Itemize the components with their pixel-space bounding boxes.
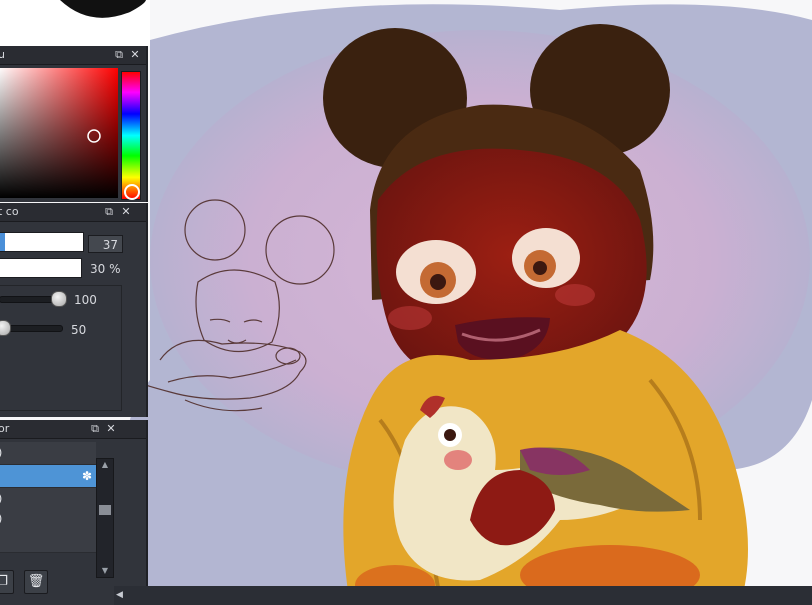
layer-row-active[interactable]: ✽ xyxy=(0,465,96,488)
color-panel-header: u ⧉ ✕ xyxy=(0,46,146,65)
scroll-up-icon[interactable]: ▲ xyxy=(97,459,113,471)
layer-row[interactable] xyxy=(0,530,96,553)
scroll-left-icon[interactable]: ◀ xyxy=(116,589,126,601)
popout-icon[interactable]: ⧉ xyxy=(112,48,126,62)
navigator-preview[interactable] xyxy=(0,0,150,46)
hue-slider[interactable] xyxy=(121,71,141,200)
brush-size-slider[interactable] xyxy=(0,232,84,252)
layer-row[interactable]: ) xyxy=(0,442,96,465)
layer-name: ) xyxy=(0,442,2,464)
brush-panel-title: t co xyxy=(0,205,19,218)
popout-icon[interactable]: ⧉ xyxy=(88,422,102,436)
brush-control-panel: t co ⧉ ✕ 37 30 % 100 50 xyxy=(0,203,148,417)
scroll-down-icon[interactable]: ▼ xyxy=(97,565,113,577)
min-size-knob[interactable] xyxy=(51,291,67,307)
trash-icon[interactable]: 🗑 xyxy=(24,570,48,594)
layer-scrollbar[interactable]: ▲ ▼ xyxy=(96,458,114,578)
close-icon[interactable]: ✕ xyxy=(119,205,133,219)
gear-icon[interactable]: ✽ xyxy=(82,465,92,487)
popout-icon[interactable]: ⧉ xyxy=(102,205,116,219)
color-panel-title: u xyxy=(0,48,5,61)
color-panel: u ⧉ ✕ xyxy=(0,46,148,202)
brush-opacity-slider[interactable] xyxy=(0,258,82,278)
panel-column: u ⧉ ✕ t co ⧉ ✕ 37 30 % 100 50 or ⧉ ✕ ✽ ▲… xyxy=(0,0,150,605)
layer-panel-title: or xyxy=(0,422,10,435)
layer-panel: or ⧉ ✕ ) ✽ ) ) ▲ ▼ ❐ 🗑 xyxy=(0,420,148,605)
min-size-value: 100 xyxy=(74,293,97,307)
layer-name: ) xyxy=(0,488,2,510)
close-icon[interactable]: ✕ xyxy=(104,422,118,436)
canvas-horizontal-scrollbar[interactable]: ◀ xyxy=(114,586,812,605)
dynamics-box: 100 50 xyxy=(0,285,122,411)
layer-name: ) xyxy=(0,508,2,530)
layer-scroll-thumb[interactable] xyxy=(99,505,111,515)
min-opacity-value: 50 xyxy=(71,323,87,337)
layer-row[interactable]: ) xyxy=(0,508,96,531)
layer-panel-header: or ⧉ ✕ xyxy=(0,420,146,439)
hue-handle[interactable] xyxy=(124,184,140,200)
duplicate-layer-icon[interactable]: ❐ xyxy=(0,570,14,594)
brush-opacity-value: 30 % xyxy=(90,262,121,276)
min-opacity-knob[interactable] xyxy=(0,320,11,336)
brush-panel-header: t co ⧉ ✕ xyxy=(0,203,146,222)
brush-size-value[interactable]: 37 xyxy=(88,235,123,253)
close-icon[interactable]: ✕ xyxy=(128,48,142,62)
brush-size-fill xyxy=(0,233,5,251)
